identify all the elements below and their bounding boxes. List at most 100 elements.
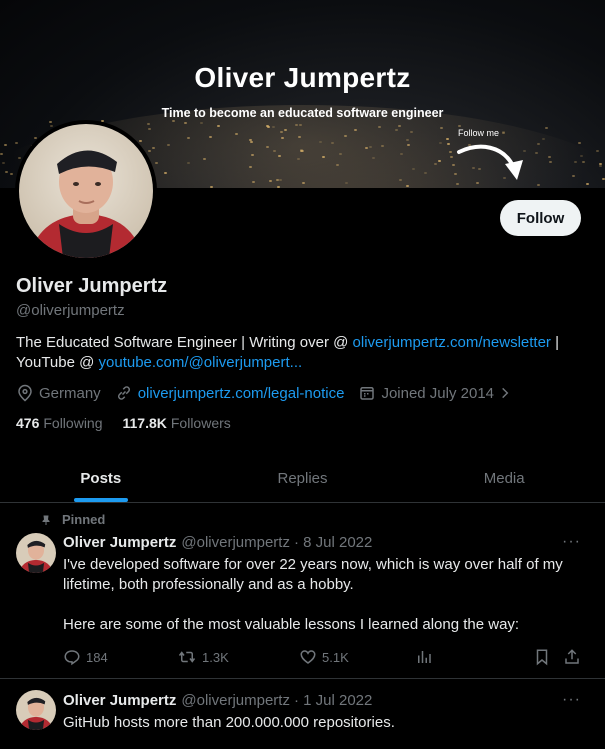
follow-button[interactable]: Follow <box>500 200 581 236</box>
bookmark-icon <box>536 649 548 666</box>
city-light <box>235 132 239 135</box>
repost-button[interactable]: 1.3K <box>177 648 229 666</box>
profile-avatar[interactable] <box>15 120 157 262</box>
active-tab-indicator <box>73 498 128 502</box>
city-light <box>446 138 450 141</box>
following-label: Following <box>43 415 103 431</box>
city-light <box>409 131 413 134</box>
tab-replies[interactable]: Replies <box>202 455 404 502</box>
city-light <box>186 136 190 139</box>
city-light <box>377 125 381 128</box>
reply-count: 184 <box>86 649 108 665</box>
city-light <box>599 164 603 167</box>
city-light <box>203 157 207 160</box>
city-light <box>183 122 187 124</box>
tab-posts[interactable]: Posts <box>0 455 202 502</box>
location-text: Germany <box>39 384 101 402</box>
tweet-header: Oliver Jumpertz @oliverjumpertz · 8 Jul … <box>63 534 372 551</box>
following-count: 476 <box>16 415 40 431</box>
share-button[interactable] <box>563 648 586 666</box>
city-light <box>297 135 301 138</box>
city-light <box>335 164 339 167</box>
avatar[interactable] <box>16 533 56 573</box>
city-light <box>249 141 253 144</box>
city-light <box>596 150 600 153</box>
city-light <box>537 143 541 146</box>
avatar[interactable] <box>16 690 56 730</box>
views-button[interactable] <box>415 648 438 666</box>
bookmark-button[interactable] <box>533 648 556 666</box>
city-light <box>581 161 585 164</box>
reply-button[interactable]: 184 <box>63 648 108 666</box>
city-light <box>572 174 576 177</box>
profile-website[interactable]: oliverjumpertz.com/legal-notice <box>115 384 345 402</box>
city-light <box>371 156 375 159</box>
tweet-text: I've developed software for over 22 year… <box>63 556 563 593</box>
city-light <box>295 124 299 127</box>
link-icon <box>117 386 130 400</box>
tweet-author-handle[interactable]: @oliverjumpertz <box>181 534 290 551</box>
city-light <box>148 128 152 131</box>
tweet-date[interactable]: · 1 Jul 2022 <box>294 692 372 709</box>
city-light <box>252 180 256 183</box>
city-light <box>399 153 403 156</box>
city-light <box>406 139 410 142</box>
more-icon[interactable]: ··· <box>562 533 581 551</box>
city-light <box>296 158 300 161</box>
bio-youtube-link[interactable]: youtube.com/@oliverjumpert... <box>99 354 303 371</box>
city-light <box>5 171 9 174</box>
city-light <box>300 150 304 153</box>
city-light <box>272 126 276 129</box>
city-light <box>2 162 6 165</box>
city-light <box>4 144 8 147</box>
tab-label: Replies <box>277 470 328 487</box>
city-light <box>424 172 427 175</box>
city-light <box>364 147 368 150</box>
city-light <box>265 145 269 148</box>
repost-icon <box>178 651 196 663</box>
city-light <box>298 123 302 126</box>
banner-title: Oliver Jumpertz <box>194 62 411 93</box>
pinned-indicator: Pinned <box>40 512 105 527</box>
curved-arrow-icon <box>457 144 523 180</box>
city-light <box>534 152 538 154</box>
city-light <box>217 125 221 128</box>
city-light <box>438 141 442 144</box>
city-light <box>542 137 546 140</box>
city-light <box>381 145 385 148</box>
tweet[interactable]: Oliver Jumpertz @oliverjumpertz · 1 Jul … <box>0 680 605 749</box>
city-light <box>536 184 540 187</box>
tweet-date[interactable]: · 8 Jul 2022 <box>294 534 372 551</box>
city-light <box>139 140 143 143</box>
city-light <box>397 125 401 128</box>
share-icon <box>565 649 579 664</box>
city-light <box>151 147 155 150</box>
bio-newsletter-link[interactable]: oliverjumpertz.com/newsletter <box>353 334 551 351</box>
more-icon[interactable]: ··· <box>562 691 581 709</box>
city-light <box>548 155 552 158</box>
profile-tabs: Posts Replies Media <box>0 455 605 503</box>
city-light <box>580 154 584 157</box>
tweet-author-name[interactable]: Oliver Jumpertz <box>63 692 176 709</box>
city-light <box>279 130 283 133</box>
following-stat[interactable]: 476 Following <box>16 415 103 431</box>
tweet[interactable]: Pinned Oliver Jumpertz @oliverjumpertz ·… <box>0 503 605 679</box>
like-button[interactable]: 5.1K <box>299 648 349 666</box>
city-light <box>208 135 212 138</box>
like-icon <box>300 650 316 664</box>
profile-bio: The Educated Software Engineer | Writing… <box>16 333 591 373</box>
chevron-right-icon <box>502 387 509 399</box>
profile-joined[interactable]: Joined July 2014 <box>358 384 517 402</box>
city-light <box>147 123 151 126</box>
tab-media[interactable]: Media <box>403 455 605 502</box>
city-light <box>0 153 4 156</box>
website-link[interactable]: oliverjumpertz.com/legal-notice <box>138 385 345 402</box>
city-light <box>278 178 282 181</box>
tweet-author-handle[interactable]: @oliverjumpertz <box>181 692 290 709</box>
city-light <box>549 160 553 163</box>
followers-stat[interactable]: 117.8K Followers <box>123 415 231 431</box>
tweet-author-name[interactable]: Oliver Jumpertz <box>63 534 176 551</box>
tab-label: Posts <box>80 470 122 487</box>
avatar-photo <box>19 124 153 258</box>
city-light <box>399 179 403 182</box>
